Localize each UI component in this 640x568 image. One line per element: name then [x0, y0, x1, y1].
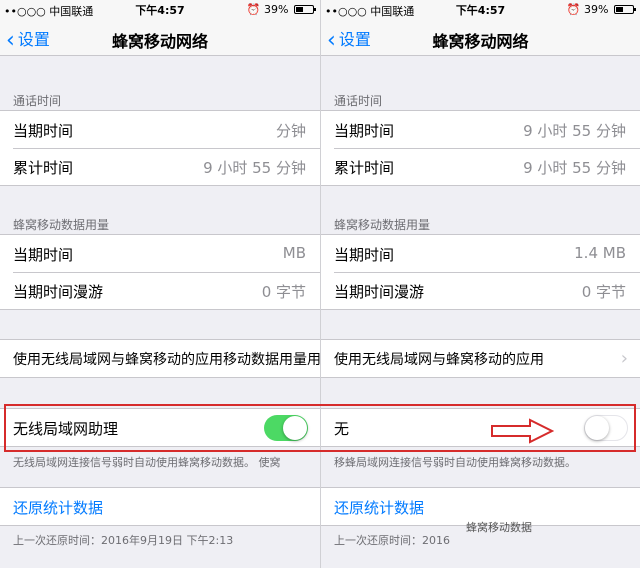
section-header-call-time: 通话时间 — [334, 94, 383, 108]
wifi-assist-footnote: 无线局域网连接信号弱时自动使用蜂窝移动数据。 使窝 — [13, 456, 281, 469]
left-screenshot: ••○○○ 中国联通 下午4:57 ⏰ 39% ‹ 设置 蜂窝移动网络 通话时间 … — [0, 0, 320, 568]
status-bar: ••○○○ 中国联通 下午4:57 ⏰ 39% — [0, 0, 320, 18]
row-current-period: 当期时间 分钟 — [0, 111, 320, 148]
row-label: 当期时间 — [334, 122, 395, 140]
page-title: 蜂窝移动网络 — [432, 32, 529, 51]
status-bar: ••○○○ 中国联通 下午4:57 ⏰ 39% — [321, 0, 640, 18]
status-right: ⏰ 39% — [566, 3, 636, 16]
row-value: 分钟 — [275, 122, 306, 140]
status-right: ⏰ 39% — [246, 3, 316, 16]
row-label: 使用无线局域网与蜂窝移动的应用移动数据用量用量 — [13, 352, 320, 368]
reset-stats-button[interactable]: 还原统计数据 — [0, 488, 320, 525]
row-value: 9 小时 55 分钟 — [523, 159, 626, 177]
right-arrow-icon — [491, 418, 554, 444]
row-value: MB — [282, 244, 306, 262]
row-label: 使用无线局域网与蜂窝移动的应用 — [334, 352, 544, 368]
row-lifetime: 累计时间 9 小时 55 分钟 — [0, 148, 320, 185]
battery-icon — [614, 5, 636, 14]
row-label: 当期时间 — [334, 246, 395, 264]
alarm-icon: ⏰ — [566, 3, 581, 16]
page-title: 蜂窝移动网络 — [111, 32, 208, 51]
row-value: 0 字节 — [581, 283, 626, 301]
nav-bar: ‹ 设置 蜂窝移动网络 — [321, 18, 640, 56]
alarm-icon: ⏰ — [246, 3, 261, 16]
row-value: 0 字节 — [261, 283, 306, 301]
row-lifetime: 累计时间 9 小时 55 分钟 — [321, 148, 640, 185]
battery-icon — [294, 5, 316, 14]
apps-group: 使用无线局域网与蜂窝移动的应用移动数据用量用量 — [0, 339, 320, 378]
row-label: 当期时间漫游 — [13, 283, 104, 301]
row-value: 9 小时 55 分钟 — [203, 159, 306, 177]
last-reset-footnote: 上一次还原时间：2016年9月19日 下午2:13 — [13, 534, 234, 547]
last-reset-footnote: 上一次还原时间：2016 — [334, 534, 450, 547]
row-label: 当期时间漫游 — [334, 283, 425, 301]
row-apps[interactable]: 使用无线局域网与蜂窝移动的应用 › — [321, 340, 640, 377]
nav-bar: ‹ 设置 蜂窝移动网络 — [0, 18, 320, 56]
row-current-roaming: 当期时间漫游 0 字节 — [321, 272, 640, 309]
section-header-call-time: 通话时间 — [13, 94, 62, 108]
row-apps[interactable]: 使用无线局域网与蜂窝移动的应用移动数据用量用量 — [0, 340, 320, 377]
battery-percent: 39% — [584, 3, 609, 16]
row-current-period: 当期时间 9 小时 55 分钟 — [321, 111, 640, 148]
row-current-period: 当期时间 1.4 MB — [321, 235, 640, 272]
overlay-text: 蜂窝移动数据 — [466, 521, 532, 534]
row-label: 累计时间 — [13, 159, 74, 177]
reset-group: 还原统计数据 — [0, 487, 320, 526]
section-header-data-usage: 蜂窝移动数据用量 — [13, 218, 110, 232]
section-header-data-usage: 蜂窝移动数据用量 — [334, 218, 431, 232]
row-label: 累计时间 — [334, 159, 395, 177]
row-value: 9 小时 55 分钟 — [523, 122, 626, 140]
row-label: 还原统计数据 — [13, 499, 104, 517]
wifi-assist-footnote: 移蜂局域网连接信号弱时自动使用蜂窝移动数据。 — [334, 456, 576, 469]
row-label: 当期时间 — [13, 246, 74, 264]
data-usage-group: 当期时间 1.4 MB 当期时间漫游 0 字节 — [321, 234, 640, 310]
apps-group: 使用无线局域网与蜂窝移动的应用 › — [321, 339, 640, 378]
right-screenshot: ••○○○ 中国联通 下午4:57 ⏰ 39% ‹ 设置 蜂窝移动网络 通话时间 … — [320, 0, 640, 568]
row-value: 1.4 MB — [574, 244, 626, 262]
battery-percent: 39% — [264, 3, 289, 16]
row-current-roaming: 当期时间漫游 0 字节 — [0, 272, 320, 309]
row-current-period: 当期时间 MB — [0, 235, 320, 272]
call-time-group: 当期时间 分钟 累计时间 9 小时 55 分钟 — [0, 110, 320, 186]
call-time-group: 当期时间 9 小时 55 分钟 累计时间 9 小时 55 分钟 — [321, 110, 640, 186]
row-label: 还原统计数据 — [334, 499, 425, 517]
data-usage-group: 当期时间 MB 当期时间漫游 0 字节 — [0, 234, 320, 310]
chevron-right-icon: › — [620, 348, 628, 369]
row-label: 当期时间 — [13, 122, 74, 140]
